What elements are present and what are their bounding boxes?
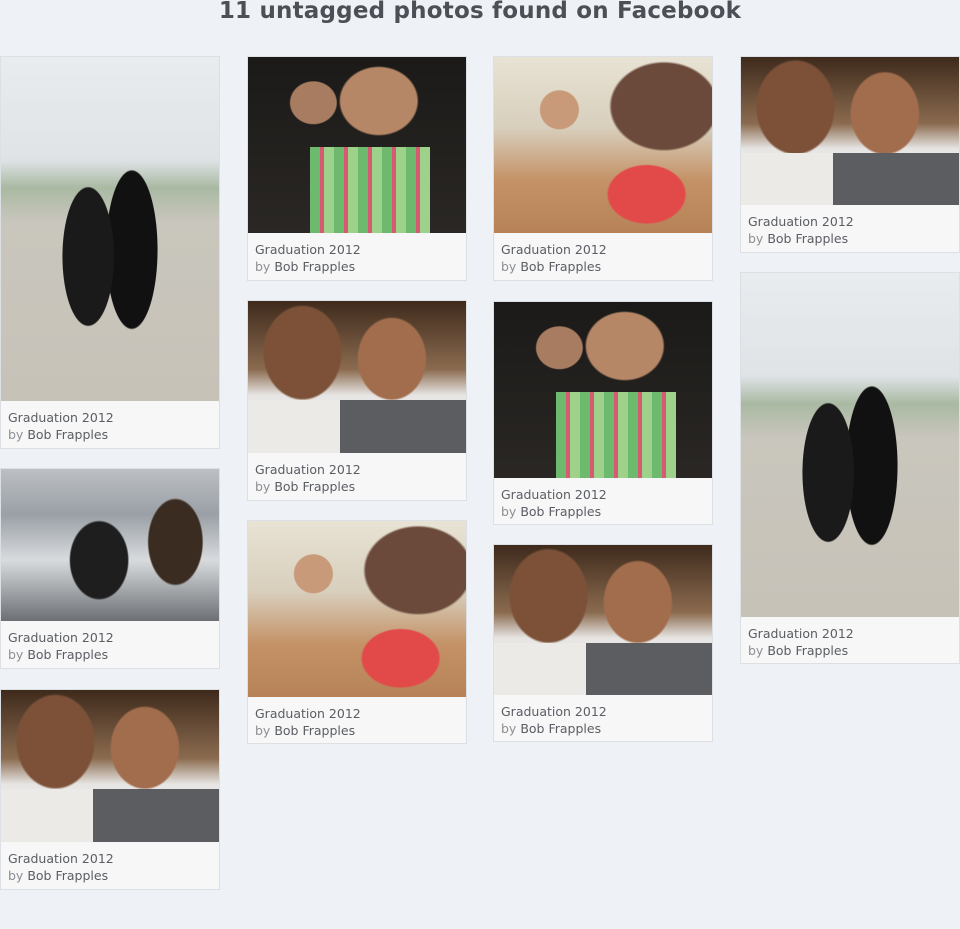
photo-byline: by Bob Frapples (8, 868, 109, 883)
photo-author[interactable]: Bob Frapples (520, 721, 601, 736)
photo-card[interactable]: Graduation 2012 by Bob Frapples (247, 300, 467, 501)
photo-detail (1, 788, 93, 842)
photo-title: Graduation 2012 (501, 242, 607, 257)
photo-author[interactable]: Bob Frapples (27, 868, 108, 883)
photo-detail (248, 399, 340, 453)
photo-byline: by Bob Frapples (8, 647, 109, 662)
photo-byline: by Bob Frapples (8, 427, 109, 442)
photo-title: Graduation 2012 (748, 214, 854, 229)
photo-byline: by Bob Frapples (255, 479, 356, 494)
photo-card[interactable]: Graduation 2012 by Bob Frapples (493, 301, 713, 525)
photo-detail (832, 153, 959, 205)
photo-thumbnail[interactable] (1, 469, 219, 621)
photo-author[interactable]: Bob Frapples (520, 259, 601, 274)
photo-byline: by Bob Frapples (255, 723, 356, 738)
photo-card[interactable]: Graduation 2012 by Bob Frapples (740, 56, 960, 253)
photo-card[interactable]: Graduation 2012 by Bob Frapples (247, 520, 467, 744)
photo-title: Graduation 2012 (8, 410, 114, 425)
photo-thumbnail[interactable] (494, 302, 712, 478)
photo-byline: by Bob Frapples (501, 504, 602, 519)
photo-thumbnail[interactable] (494, 57, 712, 233)
photo-author[interactable]: Bob Frapples (520, 504, 601, 519)
photo-byline: by Bob Frapples (501, 259, 602, 274)
photo-thumbnail[interactable] (248, 521, 466, 697)
photo-title: Graduation 2012 (501, 704, 607, 719)
photo-card[interactable]: Graduation 2012 by Bob Frapples (247, 56, 467, 281)
photo-title: Graduation 2012 (8, 851, 114, 866)
photo-byline: by Bob Frapples (748, 643, 849, 658)
photo-detail (585, 642, 712, 695)
photo-card[interactable]: Graduation 2012 by Bob Frapples (0, 468, 220, 669)
photo-author[interactable]: Bob Frapples (27, 647, 108, 662)
photo-title: Graduation 2012 (255, 706, 361, 721)
photo-thumbnail[interactable] (248, 57, 466, 233)
photo-author[interactable]: Bob Frapples (767, 643, 848, 658)
photo-title: Graduation 2012 (255, 462, 361, 477)
photo-author[interactable]: Bob Frapples (274, 479, 355, 494)
photo-byline: by Bob Frapples (501, 721, 602, 736)
photo-author[interactable]: Bob Frapples (767, 231, 848, 246)
photo-title: Graduation 2012 (8, 630, 114, 645)
photo-card[interactable]: Graduation 2012 by Bob Frapples (493, 544, 713, 742)
page-title: 11 untagged photos found on Facebook (218, 0, 742, 24)
photo-thumbnail[interactable] (1, 57, 219, 401)
photo-thumbnail[interactable] (494, 545, 712, 695)
photo-thumbnail[interactable] (248, 301, 466, 453)
photo-thumbnail[interactable] (1, 690, 219, 842)
photo-detail (339, 399, 466, 453)
photo-card[interactable]: Graduation 2012 by Bob Frapples (0, 689, 220, 890)
photo-detail (92, 788, 219, 842)
photo-detail (741, 153, 833, 205)
photo-byline: by Bob Frapples (255, 259, 356, 274)
photo-byline: by Bob Frapples (748, 231, 849, 246)
photo-title: Graduation 2012 (255, 242, 361, 257)
photo-card[interactable]: Graduation 2012 by Bob Frapples (0, 56, 220, 449)
photo-card[interactable]: Graduation 2012 by Bob Frapples (493, 56, 713, 281)
photo-author[interactable]: Bob Frapples (27, 427, 108, 442)
photo-title: Graduation 2012 (748, 626, 854, 641)
photo-thumbnail[interactable] (741, 273, 959, 617)
photo-author[interactable]: Bob Frapples (274, 259, 355, 274)
photo-title: Graduation 2012 (501, 487, 607, 502)
photo-card[interactable]: Graduation 2012 by Bob Frapples (740, 272, 960, 664)
photo-thumbnail[interactable] (741, 57, 959, 205)
photo-detail (494, 642, 586, 695)
photo-author[interactable]: Bob Frapples (274, 723, 355, 738)
